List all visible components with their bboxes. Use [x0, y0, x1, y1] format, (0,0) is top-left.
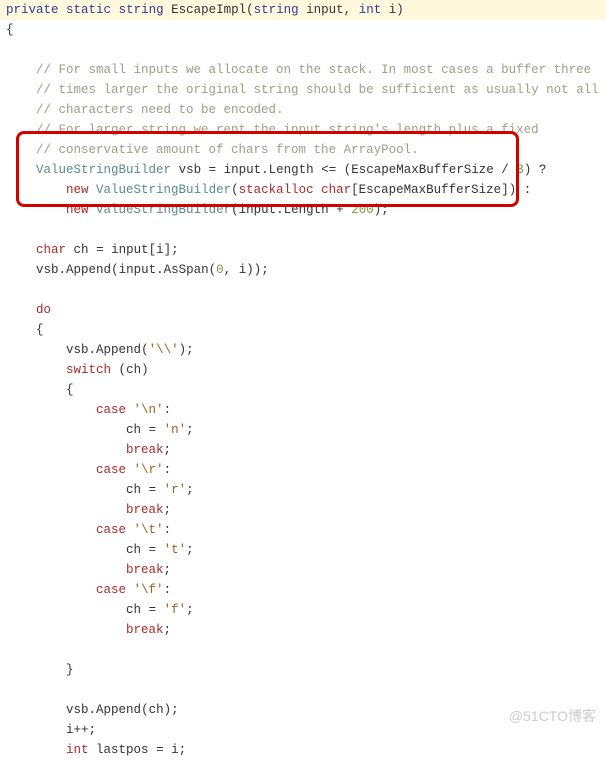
method-signature: private static string EscapeImpl(string … [0, 0, 606, 20]
blank [0, 280, 606, 300]
kw-stackalloc: stackalloc [239, 183, 314, 197]
vsb-line1: ValueStringBuilder vsb = input.Length <=… [0, 160, 606, 180]
append-backslash: vsb.Append('\\'); [0, 340, 606, 360]
kw-string: string [119, 3, 164, 17]
kw-new: new [66, 183, 89, 197]
blank [0, 220, 606, 240]
append-span: vsb.Append(input.AsSpan(0, i)); [0, 260, 606, 280]
comment: // For larger string we rent the input s… [36, 123, 539, 137]
comment: // conservative amount of chars from the… [36, 143, 419, 157]
vsb-line3: new ValueStringBuilder(input.Length + 20… [0, 200, 606, 220]
method-name: EscapeImpl [171, 3, 246, 17]
blank [0, 680, 606, 700]
p1-name: input [306, 3, 344, 17]
watermark: @51CTO博客 [509, 705, 596, 727]
type-vsb: ValueStringBuilder [36, 163, 171, 177]
kw-break: break [126, 443, 164, 457]
kw-do: do [36, 303, 51, 317]
blank [0, 40, 606, 60]
kw-switch: switch [66, 363, 111, 377]
brace: { [6, 23, 14, 37]
comment: // times larger the original string shou… [36, 83, 599, 97]
vsb-line2: new ValueStringBuilder(stackalloc char[E… [0, 180, 606, 200]
lastpos: int lastpos = i; [0, 740, 606, 760]
comment: // For small inputs we allocate on the s… [36, 63, 591, 77]
kw-case: case [96, 403, 126, 417]
blank [0, 640, 606, 660]
p2-type: int [359, 3, 382, 17]
comment: // characters need to be encoded. [36, 103, 284, 117]
kw-private: private [6, 3, 59, 17]
char-decl: char ch = input[i]; [0, 240, 606, 260]
kw-static: static [66, 3, 111, 17]
code-editor: private static string EscapeImpl(string … [0, 0, 606, 760]
p1-type: string [254, 3, 299, 17]
